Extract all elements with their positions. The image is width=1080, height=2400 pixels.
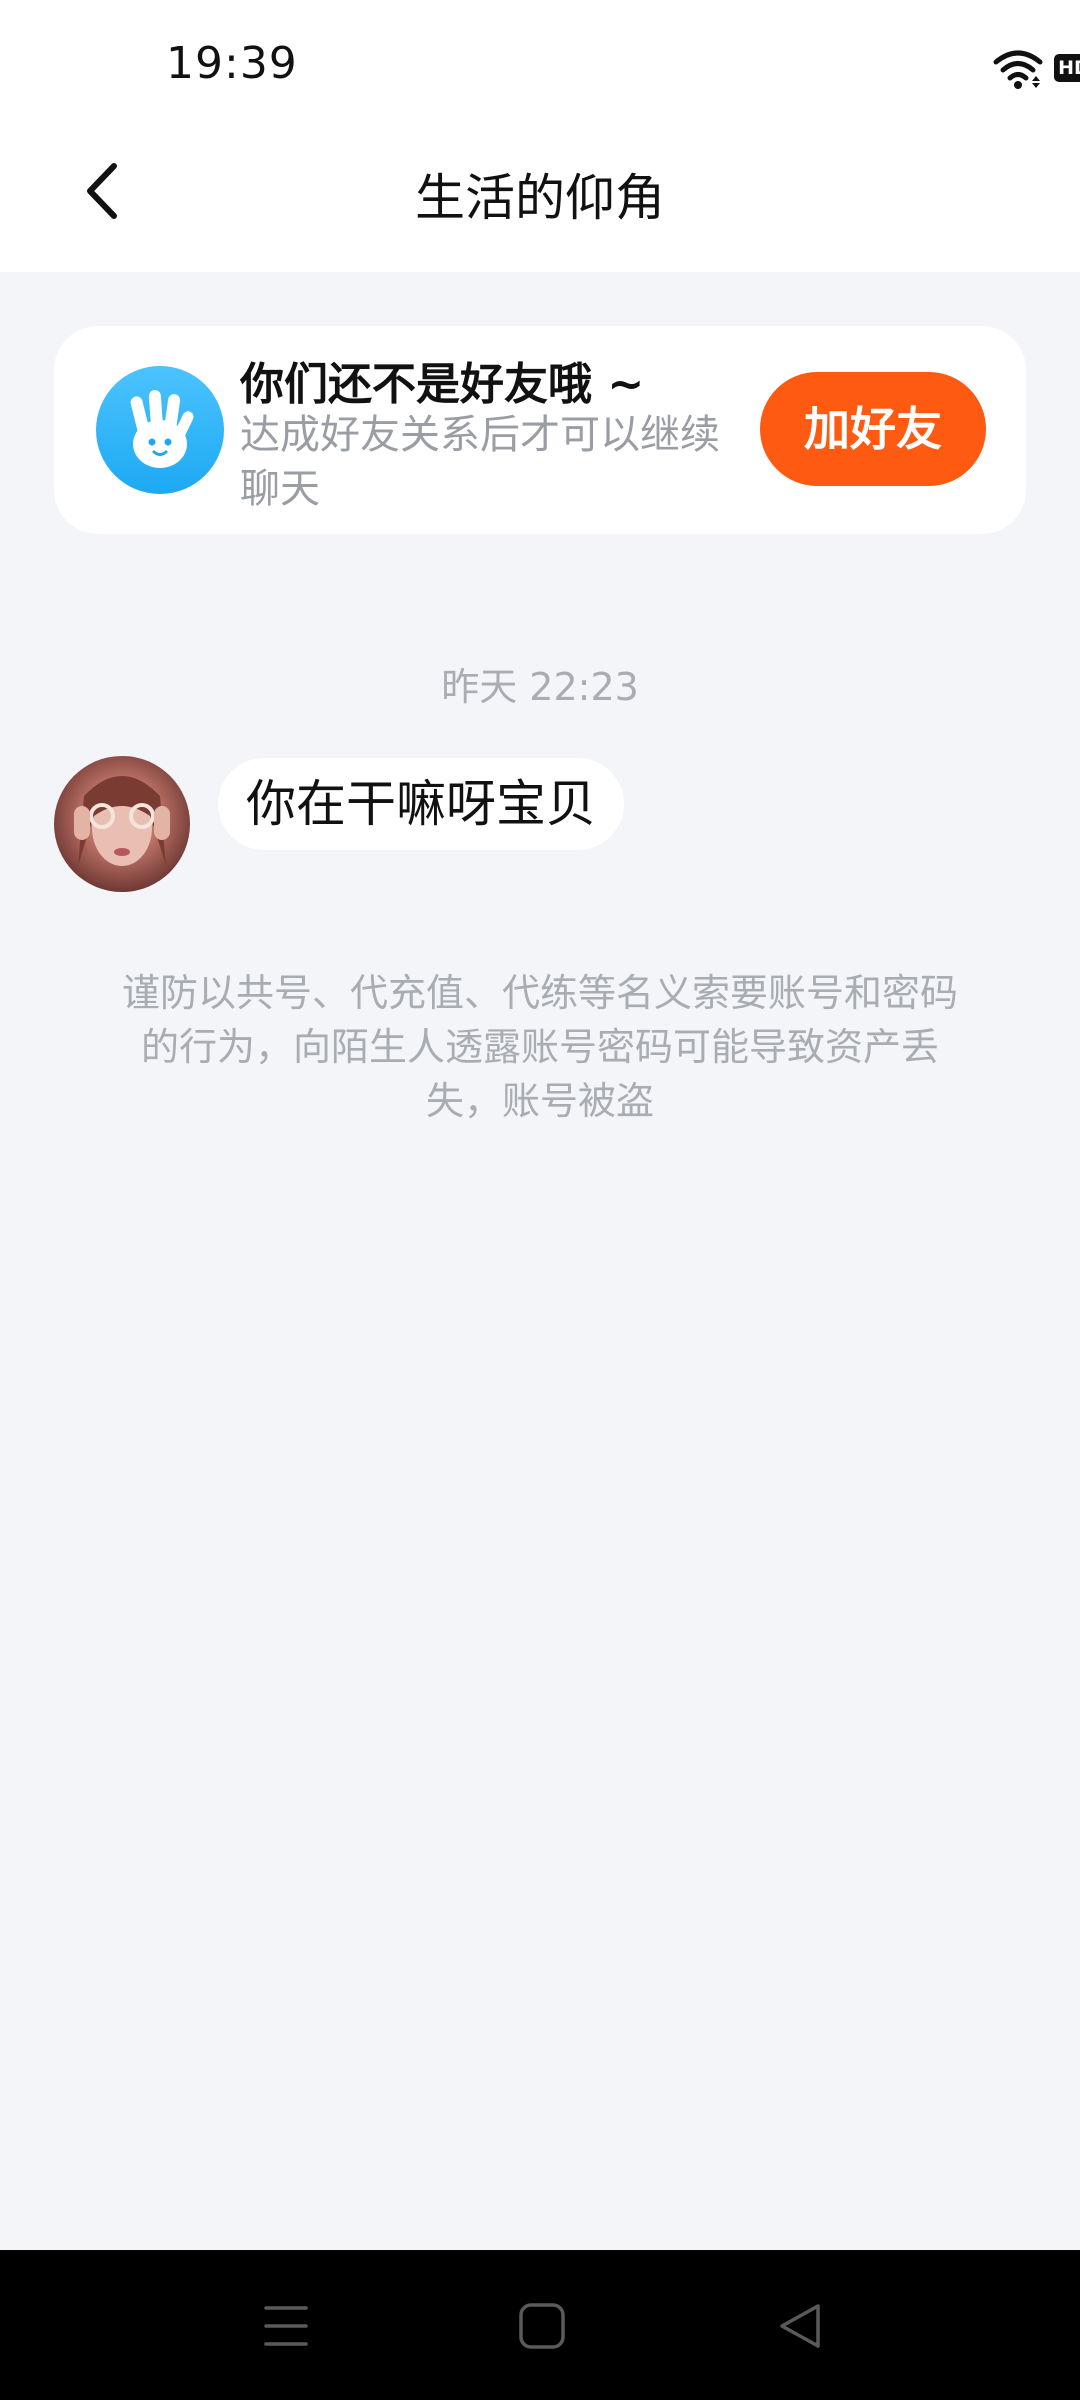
back-nav-button[interactable] (770, 2296, 830, 2356)
chat-screen: 19:39 HD 4G 72 (0, 0, 1080, 2400)
banner-title: 你们还不是好友哦 ~ (240, 359, 645, 410)
home-button[interactable] (512, 2296, 572, 2356)
friend-request-banner: 你们还不是好友哦 ~ 达成好友关系后才可以继续聊天 加好友 (54, 326, 1026, 534)
menu-button[interactable] (256, 2296, 316, 2356)
banner-description: 达成好友关系后才可以继续聊天 (240, 412, 720, 512)
header: 生活的仰角 (0, 130, 1080, 272)
navigation-bar (0, 2250, 1080, 2400)
wave-hand-icon (96, 366, 224, 494)
message-bubble[interactable]: 你在干嘛呀宝贝 (218, 758, 624, 850)
status-time: 19:39 (166, 38, 298, 89)
menu-icon (264, 2306, 308, 2346)
status-bar: 19:39 HD 4G 72 (0, 0, 1080, 130)
back-triangle-icon (780, 2304, 820, 2348)
message-row: 你在干嘛呀宝贝 (54, 756, 1026, 896)
safety-notice: 谨防以共号、代充值、代练等名义索要账号和密码的行为，向陌生人透露账号密码可能导致… (121, 971, 958, 1123)
home-icon (519, 2303, 565, 2349)
add-friend-button[interactable]: 加好友 (760, 372, 986, 486)
hd-icon: HD (1054, 54, 1080, 82)
page-title: 生活的仰角 (415, 169, 665, 227)
wifi-icon (993, 50, 1043, 89)
user-avatar[interactable] (54, 756, 190, 892)
message-timestamp: 昨天 22:23 (441, 665, 639, 709)
